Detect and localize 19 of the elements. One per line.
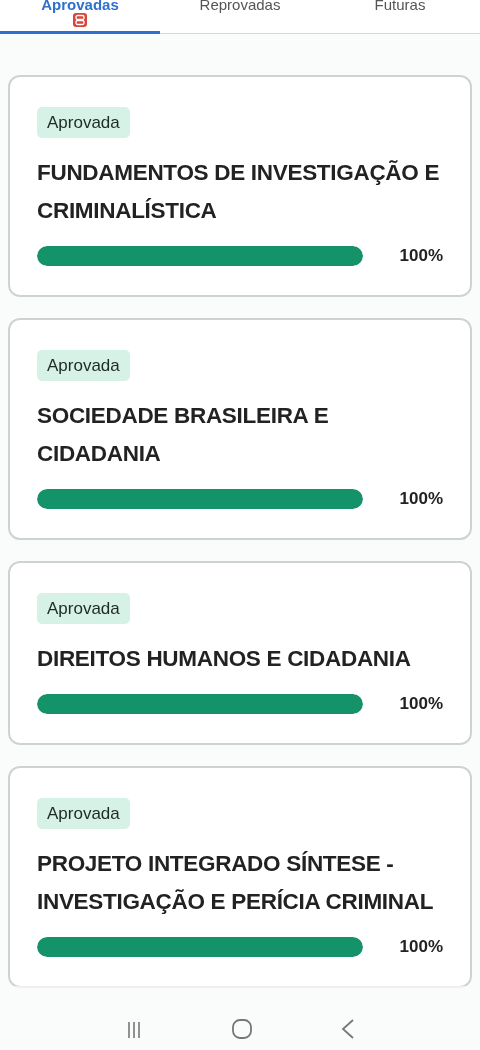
- status-badge: Aprovada: [37, 798, 130, 829]
- progress-percent: 100%: [398, 489, 443, 509]
- course-card[interactable]: Aprovada SOCIEDADE BRASILEIRA E CIDADANIA 100%: [8, 318, 472, 540]
- tab[interactable]: Futuras: [320, 0, 480, 34]
- progress-percent: 100%: [398, 694, 443, 714]
- course-title: PROJETO INTEGRADO SÍNTESE - INVESTIGAÇÃO E PERÍCIA CRIMINAL: [37, 850, 435, 916]
- status-badge: Aprovada: [37, 350, 130, 381]
- progress-percent: 100%: [398, 937, 443, 957]
- home-icon[interactable]: [231, 1018, 253, 1040]
- status-badge: Aprovada: [37, 107, 130, 138]
- course-card[interactable]: Aprovada FUNDAMENTOS DE INVESTIGAÇÃO E CRIMINALÍSTICA 100%: [8, 75, 472, 297]
- progress-percent: 100%: [398, 246, 443, 266]
- status-badge: Aprovada: [37, 593, 130, 624]
- tab[interactable]: Reprovadas: [160, 0, 320, 34]
- course-card[interactable]: Aprovada DIREITOS HUMANOS E CIDADANIA 100%: [8, 561, 472, 745]
- course-title: FUNDAMENTOS DE INVESTIGAÇÃO E CRIMINALÍSTICA: [37, 159, 441, 225]
- course-title: DIREITOS HUMANOS E CIDADANIA: [37, 645, 412, 673]
- course-card[interactable]: Aprovada PROJETO INTEGRADO SÍNTESE - INVESTIGAÇÃO E PERÍCIA CRIMINAL 100%: [8, 766, 472, 988]
- course-title: SOCIEDADE BRASILEIRA E CIDADANIA: [37, 402, 330, 468]
